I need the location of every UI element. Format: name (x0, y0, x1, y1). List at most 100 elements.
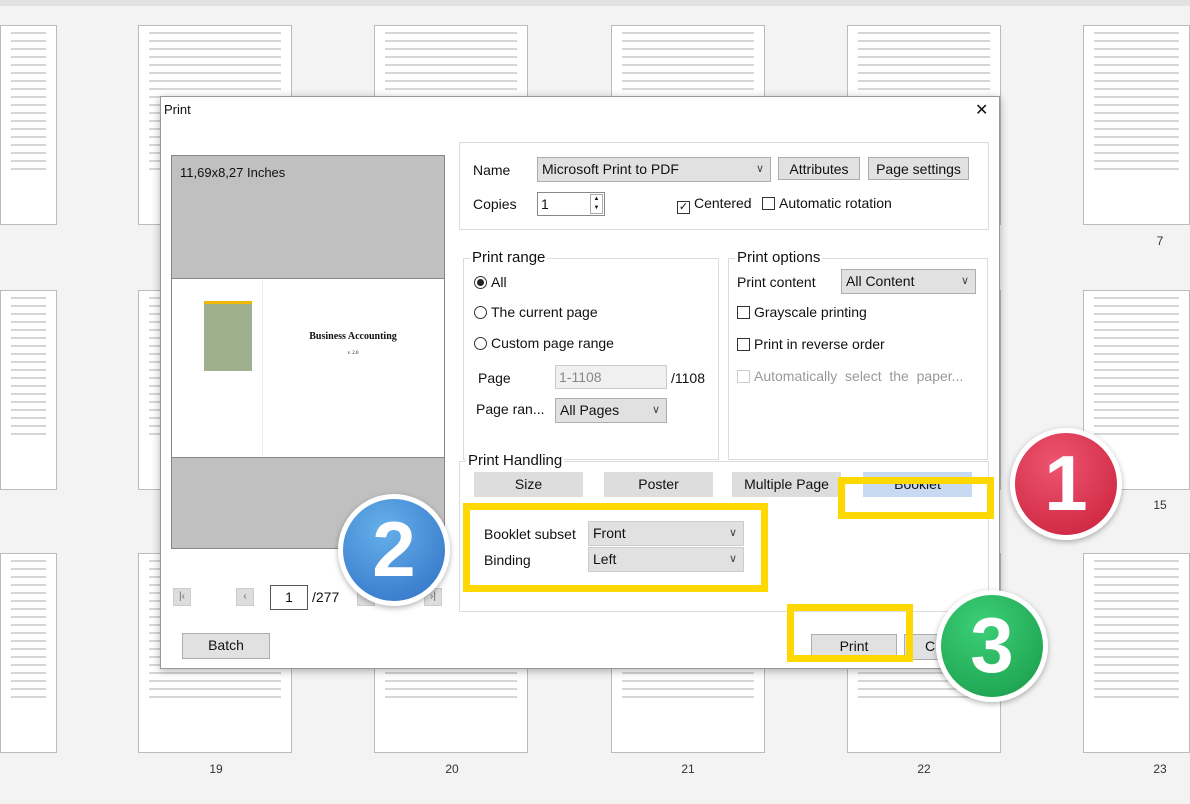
text-line (1094, 576, 1179, 578)
step-3-badge: 3 (936, 590, 1048, 702)
text-line (1094, 632, 1179, 634)
page-number-input[interactable]: 1 (270, 585, 308, 610)
text-line (1094, 600, 1179, 602)
close-icon[interactable]: ✕ (975, 100, 988, 120)
batch-button[interactable]: Batch (182, 633, 270, 659)
mode-size-button[interactable]: Size (474, 472, 583, 497)
radio-custom-range[interactable]: Custom page range (474, 335, 614, 351)
checkbox-box (737, 306, 750, 319)
text-line (11, 433, 46, 435)
text-line (622, 696, 754, 698)
text-line (622, 688, 754, 690)
text-line (11, 560, 46, 562)
highlight-booklet-options (463, 503, 768, 592)
text-line (1094, 96, 1179, 98)
page-settings-button[interactable]: Page settings (868, 157, 969, 180)
text-line (11, 297, 46, 299)
text-line (1094, 56, 1179, 58)
text-line (1094, 616, 1179, 618)
page-thumbnail[interactable] (0, 290, 57, 490)
text-line (1094, 624, 1179, 626)
text-line (622, 72, 754, 74)
text-line (385, 48, 517, 50)
text-line (149, 32, 281, 34)
text-line (1094, 656, 1179, 658)
page-total: /277 (312, 589, 340, 605)
text-line (858, 88, 990, 90)
text-line (149, 688, 281, 690)
text-line (11, 409, 46, 411)
prev-page-button[interactable]: ‹ (236, 588, 254, 606)
first-page-button[interactable]: |‹ (173, 588, 191, 606)
text-line (11, 345, 46, 347)
page-number-label: 23 (1153, 762, 1167, 776)
print-content-select[interactable]: All Content ∨ (841, 269, 976, 294)
text-line (11, 656, 46, 658)
text-line (622, 680, 754, 682)
text-line (1094, 80, 1179, 82)
copies-input[interactable]: 1 ▲ ▼ (537, 192, 605, 216)
auto-rotation-checkbox[interactable]: Automatic rotation (762, 195, 892, 211)
text-line (149, 56, 281, 58)
text-line (1094, 128, 1179, 130)
checkbox-box (762, 197, 775, 210)
step-2-badge: 2 (338, 494, 450, 606)
radio-all-label: All (491, 274, 507, 290)
page-range-value: All Pages (560, 402, 620, 418)
text-line (11, 72, 46, 74)
text-line (385, 672, 517, 674)
page-number-label: 20 (445, 762, 459, 776)
text-line (1094, 136, 1179, 138)
text-line (622, 88, 754, 90)
page-number-label: 15 (1153, 498, 1167, 512)
chevron-down-icon: ∨ (755, 163, 764, 175)
text-line (1094, 369, 1179, 371)
text-line (1094, 305, 1179, 307)
text-line (11, 425, 46, 427)
text-line (11, 385, 46, 387)
printer-select[interactable]: Microsoft Print to PDF ∨ (537, 157, 771, 182)
page-label: Page (478, 370, 511, 386)
radio-current-page[interactable]: The current page (474, 304, 598, 320)
text-line (149, 88, 281, 90)
page-range-input[interactable]: 1-1108 (555, 365, 667, 389)
text-line (11, 88, 46, 90)
mode-poster-button[interactable]: Poster (604, 472, 713, 497)
reverse-order-checkbox[interactable]: Print in reverse order (737, 336, 885, 352)
page-thumbnail[interactable] (1083, 25, 1190, 225)
highlight-print (787, 604, 913, 662)
text-line (1094, 313, 1179, 315)
text-line (11, 313, 46, 315)
print-range-group: Print range All The current page Custom … (463, 249, 719, 460)
text-line (1094, 608, 1179, 610)
text-line (1094, 425, 1179, 427)
text-line (11, 369, 46, 371)
copies-label: Copies (473, 196, 517, 212)
check-icon: ✓ (677, 201, 690, 214)
chevron-down-icon: ∨ (960, 275, 969, 287)
grayscale-checkbox[interactable]: Grayscale printing (737, 304, 867, 320)
page-range-select[interactable]: All Pages ∨ (555, 398, 667, 423)
mode-multiple-page-button[interactable]: Multiple Page (732, 472, 841, 497)
radio-custom-label: Custom page range (491, 335, 614, 351)
page-total-count: /1108 (671, 370, 705, 386)
attributes-button[interactable]: Attributes (778, 157, 860, 180)
text-line (1094, 353, 1179, 355)
text-line (11, 56, 46, 58)
auto-paper-checkbox[interactable]: Automatically select the paper... (737, 368, 963, 384)
page-thumbnail[interactable] (0, 25, 57, 225)
text-line (11, 64, 46, 66)
centered-checkbox[interactable]: ✓ Centered (677, 195, 752, 214)
copies-stepper[interactable]: ▲ ▼ (590, 194, 603, 214)
text-line (11, 664, 46, 666)
page-thumbnail[interactable] (1083, 553, 1190, 753)
text-line (1094, 32, 1179, 34)
text-line (149, 680, 281, 682)
top-bar (0, 0, 1190, 6)
text-line (149, 672, 281, 674)
page-thumbnail[interactable] (0, 553, 57, 753)
printer-value: Microsoft Print to PDF (542, 161, 679, 177)
text-line (149, 696, 281, 698)
radio-all[interactable]: All (474, 274, 507, 290)
print-content-value: All Content (846, 273, 915, 289)
